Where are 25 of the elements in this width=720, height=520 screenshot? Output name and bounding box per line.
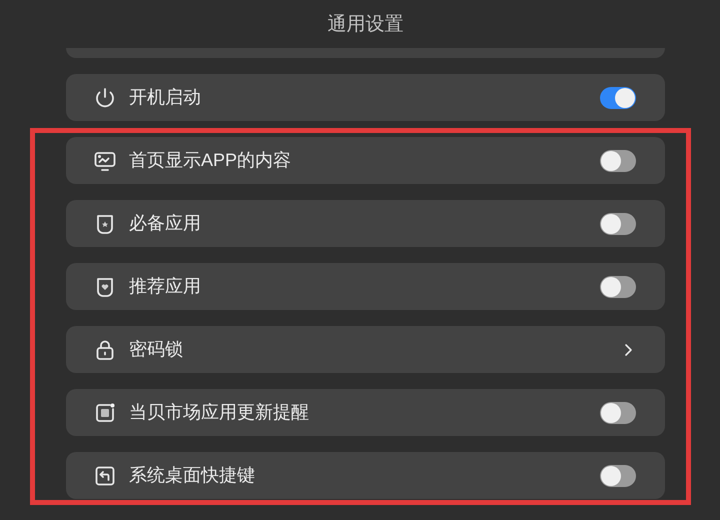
page-title: 通用设置: [328, 12, 404, 37]
toggle-switch[interactable]: [600, 86, 636, 108]
row-label: 密码锁: [129, 338, 184, 361]
toggle-switch[interactable]: [600, 464, 636, 486]
settings-row[interactable]: 密码锁: [66, 326, 665, 373]
settings-row[interactable]: 首页显示APP的内容: [66, 137, 665, 184]
settings-row[interactable]: 必备应用: [66, 200, 665, 247]
app-badge-icon: [93, 400, 117, 424]
power-icon: [93, 86, 117, 110]
toggle-switch[interactable]: [600, 276, 636, 298]
settings-row[interactable]: 系统桌面快捷键: [66, 452, 665, 499]
chevron-right-icon: [623, 342, 633, 356]
row-label: 首页显示APP的内容: [129, 149, 292, 172]
toggle-switch[interactable]: [600, 402, 636, 424]
settings-row[interactable]: 当贝市场应用更新提醒: [66, 389, 665, 436]
settings-row[interactable]: 开机启动: [66, 74, 665, 121]
row-label: 必备应用: [129, 212, 202, 235]
row-label: 开机启动: [129, 86, 202, 109]
return-icon: [93, 464, 117, 488]
row-label: 当贝市场应用更新提醒: [129, 401, 310, 424]
row-label: 推荐应用: [129, 275, 202, 298]
toggle-switch[interactable]: [600, 212, 636, 234]
row-label: 系统桌面快捷键: [129, 464, 256, 487]
toggle-switch[interactable]: [600, 150, 636, 172]
settings-row[interactable]: 推荐应用: [66, 263, 665, 310]
